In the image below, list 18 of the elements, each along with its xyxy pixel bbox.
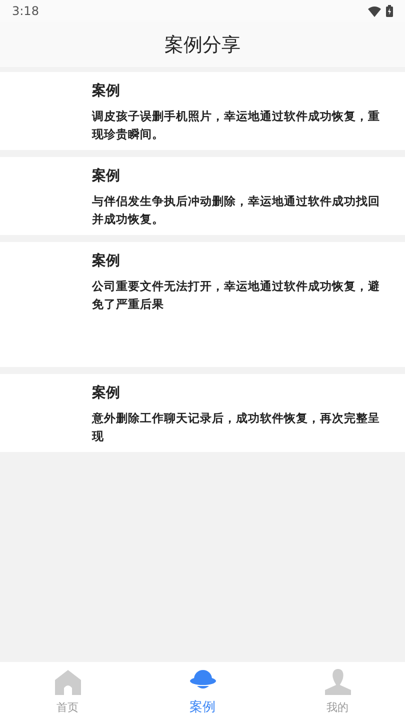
case-description: 与伴侣发生争执后冲动删除，幸运地通过软件成功找回并成功恢复。 — [92, 193, 381, 228]
case-card[interactable]: 案例 公司重要文件无法打开，幸运地通过软件成功恢复，避免了严重后果 — [0, 242, 405, 367]
case-title: 案例 — [92, 384, 121, 402]
home-icon — [54, 668, 82, 696]
page-title: 案例分享 — [164, 32, 240, 58]
battery-icon — [386, 5, 393, 17]
case-title: 案例 — [92, 252, 121, 270]
case-description: 意外删除工作聊天记录后，成功软件恢复，再次完整呈现 — [92, 410, 381, 445]
person-icon — [324, 668, 352, 696]
case-description: 公司重要文件无法打开，幸运地通过软件成功恢复，避免了严重后果 — [92, 278, 381, 313]
case-card[interactable]: 案例 与伴侣发生争执后冲动删除，幸运地通过软件成功找回并成功恢复。 — [0, 157, 405, 235]
case-title: 案例 — [92, 167, 121, 185]
case-card[interactable]: 案例 调皮孩子误删手机照片，幸运地通过软件成功恢复，重现珍贵瞬间。 — [0, 72, 405, 150]
status-time: 3:18 — [12, 4, 39, 18]
case-description: 调皮孩子误删手机照片，幸运地通过软件成功恢复，重现珍贵瞬间。 — [92, 108, 381, 143]
wifi-icon — [368, 6, 381, 16]
case-card[interactable]: 案例 意外删除工作聊天记录后，成功软件恢复，再次完整呈现 — [0, 374, 405, 452]
case-title: 案例 — [92, 82, 121, 100]
